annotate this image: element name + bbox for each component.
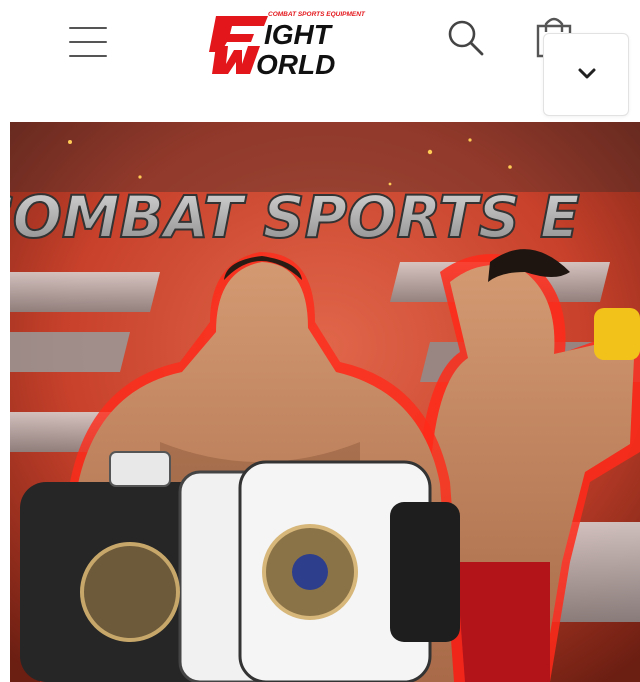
menu-bar-icon (69, 41, 107, 43)
menu-bar-icon (69, 27, 107, 29)
logo-line1: IGHT (264, 19, 334, 50)
hero-top-shade (10, 122, 640, 192)
right-fighter-shorts (450, 562, 550, 682)
hero-banner-graphic: COMBAT SPORTS E (10, 122, 640, 682)
hero-championship-belts (20, 451, 460, 682)
logo-tagline: COMBAT SPORTS EQUIPMENT (268, 11, 366, 18)
hamburger-menu-button[interactable] (66, 22, 110, 62)
dropdown-toggle[interactable] (543, 33, 629, 116)
logo-line2: ORLD (256, 49, 335, 78)
menu-bar-icon (69, 55, 107, 57)
right-fighter-glove (594, 308, 640, 360)
hero-banner-text: COMBAT SPORTS E (10, 183, 580, 251)
logo-w-mark (212, 46, 260, 74)
logo-graphic: COMBAT SPORTS EQUIPMENT IGHT ORLD (209, 11, 366, 78)
hero-banner[interactable]: COMBAT SPORTS E (10, 122, 640, 682)
search-button[interactable] (444, 16, 488, 60)
chevron-down-icon (578, 68, 596, 79)
site-header: COMBAT SPORTS EQUIPMENT IGHT ORLD (0, 0, 640, 120)
search-icon (448, 20, 484, 56)
fight-world-logo[interactable]: COMBAT SPORTS EQUIPMENT IGHT ORLD (206, 6, 402, 78)
